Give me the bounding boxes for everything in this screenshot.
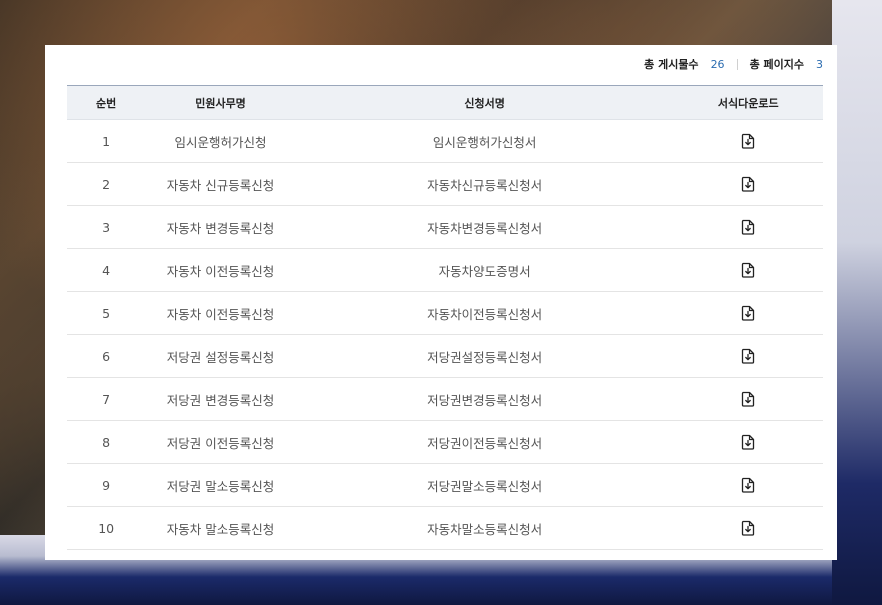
row-service-name: 저당권 이전등록신청 xyxy=(145,420,296,464)
total-posts-value: 26 xyxy=(710,57,725,71)
row-service-name: 자동차 이전등록신청 xyxy=(145,291,296,335)
table-row: 3 자동차 변경등록신청 자동차변경등록신청서 xyxy=(67,205,823,249)
summary-divider xyxy=(736,58,738,70)
table-header-row: 순번 민원사무명 신청서명 서식다운로드 xyxy=(67,85,823,120)
row-form-name: 저당권말소등록신청서 xyxy=(295,463,674,507)
row-form-name: 저당권이전등록신청서 xyxy=(295,420,674,464)
download-file-icon[interactable] xyxy=(741,176,755,192)
row-number: 4 xyxy=(67,248,146,292)
row-service-name: 저당권 말소등록신청 xyxy=(145,463,296,507)
list-summary: 총 게시물수 26 총 페이지수 3 xyxy=(644,55,823,73)
download-file-icon[interactable] xyxy=(741,305,755,321)
row-form-name: 자동차변경등록신청서 xyxy=(295,205,674,249)
total-posts-label: 총 게시물수 xyxy=(644,58,699,71)
row-form-name: 자동차양도증명서 xyxy=(295,248,674,292)
table-row: 2 자동차 신규등록신청 자동차신규등록신청서 xyxy=(67,162,823,206)
row-form-name: 자동차신규등록신청서 xyxy=(295,162,674,206)
table-row: 8 저당권 이전등록신청 저당권이전등록신청서 xyxy=(67,420,823,464)
table-row: 6 저당권 설정등록신청 저당권설정등록신청서 xyxy=(67,334,823,378)
row-download-cell xyxy=(673,506,823,550)
form-list-panel: 총 게시물수 26 총 페이지수 3 순번 민원사무명 신청서명 서식다운로드 … xyxy=(45,45,837,560)
row-form-name: 저당권설정등록신청서 xyxy=(295,334,674,378)
table-body: 1 임시운행허가신청 임시운행허가신청서 2 자동차 신규등록신청 자동차신규등록신청서 3… xyxy=(67,119,823,550)
row-number: 3 xyxy=(67,205,146,249)
row-download-cell xyxy=(673,119,823,163)
row-number: 7 xyxy=(67,377,146,421)
table-row: 5 자동차 이전등록신청 자동차이전등록신청서 xyxy=(67,291,823,335)
row-form-name: 자동차말소등록신청서 xyxy=(295,506,674,550)
row-number: 10 xyxy=(67,506,146,550)
row-form-name: 자동차이전등록신청서 xyxy=(295,291,674,335)
background-car-side xyxy=(832,0,882,605)
download-file-icon[interactable] xyxy=(741,391,755,407)
row-number: 9 xyxy=(67,463,146,507)
row-number: 1 xyxy=(67,119,146,163)
row-service-name: 저당권 변경등록신청 xyxy=(145,377,296,421)
total-pages-label: 총 페이지수 xyxy=(749,58,804,71)
row-service-name: 임시운행허가신청 xyxy=(145,119,296,163)
row-download-cell xyxy=(673,291,823,335)
download-file-icon[interactable] xyxy=(741,477,755,493)
row-download-cell xyxy=(673,334,823,378)
row-form-name: 저당권변경등록신청서 xyxy=(295,377,674,421)
row-download-cell xyxy=(673,377,823,421)
table-row: 7 저당권 변경등록신청 저당권변경등록신청서 xyxy=(67,377,823,421)
row-number: 2 xyxy=(67,162,146,206)
download-file-icon[interactable] xyxy=(741,434,755,450)
row-service-name: 자동차 이전등록신청 xyxy=(145,248,296,292)
download-file-icon[interactable] xyxy=(741,219,755,235)
row-download-cell xyxy=(673,162,823,206)
row-number: 6 xyxy=(67,334,146,378)
table-row: 4 자동차 이전등록신청 자동차양도증명서 xyxy=(67,248,823,292)
download-file-icon[interactable] xyxy=(741,262,755,278)
header-form-name: 신청서명 xyxy=(295,85,674,120)
row-service-name: 저당권 설정등록신청 xyxy=(145,334,296,378)
forms-table: 순번 민원사무명 신청서명 서식다운로드 1 임시운행허가신청 임시운행허가신청서 2… xyxy=(67,85,823,550)
row-form-name: 임시운행허가신청서 xyxy=(295,119,674,163)
total-pages-value: 3 xyxy=(816,57,823,71)
header-service-name: 민원사무명 xyxy=(145,85,296,120)
table-row: 10 자동차 말소등록신청 자동차말소등록신청서 xyxy=(67,506,823,550)
download-file-icon[interactable] xyxy=(741,348,755,364)
row-download-cell xyxy=(673,248,823,292)
download-file-icon[interactable] xyxy=(741,133,755,149)
row-download-cell xyxy=(673,205,823,249)
row-service-name: 자동차 말소등록신청 xyxy=(145,506,296,550)
row-service-name: 자동차 신규등록신청 xyxy=(145,162,296,206)
row-service-name: 자동차 변경등록신청 xyxy=(145,205,296,249)
table-row: 9 저당권 말소등록신청 저당권말소등록신청서 xyxy=(67,463,823,507)
row-download-cell xyxy=(673,463,823,507)
header-download: 서식다운로드 xyxy=(673,85,823,120)
table-row: 1 임시운행허가신청 임시운행허가신청서 xyxy=(67,119,823,163)
row-download-cell xyxy=(673,420,823,464)
header-number: 순번 xyxy=(67,85,146,120)
row-number: 5 xyxy=(67,291,146,335)
row-number: 8 xyxy=(67,420,146,464)
download-file-icon[interactable] xyxy=(741,520,755,536)
